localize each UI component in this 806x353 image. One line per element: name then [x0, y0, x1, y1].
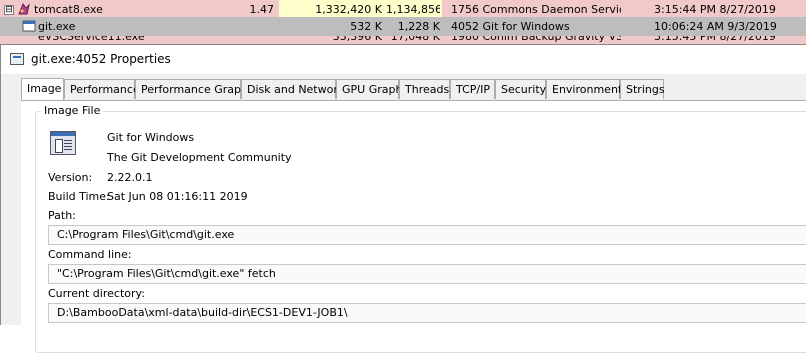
properties-dialog: git.exe:4052 Properties Image Performanc… — [0, 44, 806, 353]
company-name: The Git Development Community — [107, 151, 292, 164]
build-time-value: Sat Jun 08 01:16:11 2019 — [107, 190, 248, 203]
tab-security[interactable]: Security — [495, 79, 546, 99]
process-name: git.exe — [38, 20, 76, 33]
collapse-toggle[interactable]: ⊟ — [4, 5, 14, 15]
version-value: 2.22.0.1 — [107, 171, 153, 184]
executable-icon — [50, 131, 76, 155]
tab-disk-and-network[interactable]: Disk and Network — [241, 79, 344, 99]
process-row[interactable]: eVSCService11.exe 33,396 K 17,048 K 1980… — [0, 36, 806, 44]
tab-threads[interactable]: Threads — [399, 79, 450, 99]
tab-performance-graph[interactable]: Performance Graph — [135, 79, 248, 99]
current-directory-field[interactable]: D:\BambooData\xml-data\build-dir\ECS1-DE… — [48, 303, 806, 323]
current-directory-label: Current directory: — [48, 287, 145, 300]
tab-environment[interactable]: Environment — [546, 79, 622, 99]
start-time: 3:15:45 PM 8/27/2019 — [654, 36, 776, 43]
version-label: Version: — [48, 171, 93, 184]
working-set-value: 1,228 K — [397, 20, 440, 33]
tab-image[interactable]: Image — [21, 78, 64, 100]
cpu-value — [240, 17, 274, 36]
pid-description: 1980 Cohim Backup Gravity VSC — [451, 36, 621, 43]
working-set-value: 17,048 K — [390, 36, 440, 43]
command-line-field[interactable]: "C:\Program Files\Git\cmd\git.exe" fetch — [48, 264, 806, 284]
tomcat-process-icon — [18, 2, 30, 15]
tab-gpu-graph[interactable]: GPU Graph — [336, 79, 402, 99]
tab-performance[interactable]: Performance — [64, 79, 140, 99]
process-name: eVSCService11.exe — [38, 36, 145, 43]
process-row-selected[interactable]: git.exe 532 K 1,228 K 4052 Git for Windo… — [0, 17, 806, 36]
window-icon — [10, 53, 24, 65]
image-file-group-label: Image File — [41, 104, 104, 117]
tab-tcp-ip[interactable]: TCP/IP — [450, 79, 495, 99]
build-time-label: Build Time: — [48, 190, 110, 203]
file-description: Git for Windows — [107, 131, 195, 144]
private-bytes-value: 532 K — [350, 20, 382, 33]
image-tab-pane: Image File Git for Windows The Git Devel… — [21, 100, 806, 353]
git-process-icon — [22, 20, 36, 32]
pid-description: 4052 Git for Windows — [451, 20, 570, 33]
start-time: 10:06:24 AM 9/3/2019 — [654, 20, 777, 33]
tab-strings[interactable]: Strings — [620, 79, 665, 99]
process-list: ⊟ tomcat8.exe 1.47 1,332,420 K 1,134,856… — [0, 0, 806, 44]
path-field[interactable]: C:\Program Files\Git\cmd\git.exe — [48, 225, 806, 245]
command-line-label: Command line: — [48, 248, 132, 261]
window-title: git.exe:4052 Properties — [31, 52, 171, 66]
title-bar[interactable]: git.exe:4052 Properties — [1, 45, 806, 74]
private-bytes-value: 33,396 K — [332, 36, 382, 43]
path-label: Path: — [48, 209, 76, 222]
